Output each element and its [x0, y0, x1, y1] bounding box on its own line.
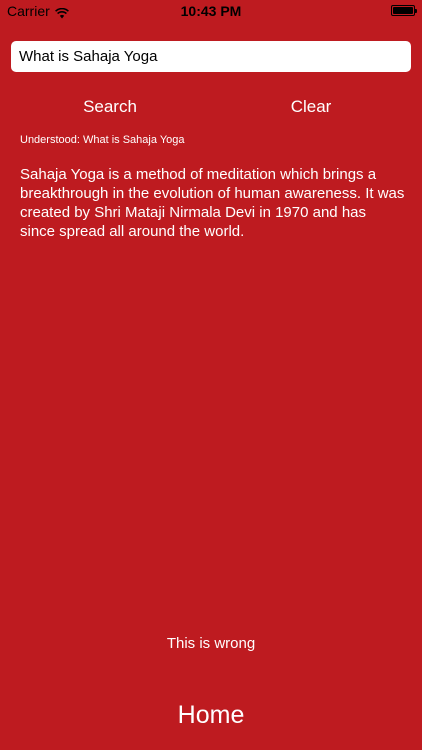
understood-text: Understood: What is Sahaja Yoga — [20, 134, 185, 146]
status-time: 10:43 PM — [180, 3, 242, 19]
answer-text: Sahaja Yoga is a method of meditation wh… — [20, 166, 405, 240]
home-button[interactable]: Home — [0, 698, 422, 732]
search-input[interactable] — [11, 41, 411, 72]
this-is-wrong-button[interactable]: This is wrong — [0, 632, 422, 654]
status-bar: Carrier 10:43 PM — [0, 0, 422, 22]
battery-icon — [391, 5, 417, 16]
app-screen: Carrier 10:43 PM Search Clear Understood… — [0, 0, 422, 750]
search-button[interactable]: Search — [60, 95, 160, 119]
clear-button[interactable]: Clear — [261, 95, 361, 119]
